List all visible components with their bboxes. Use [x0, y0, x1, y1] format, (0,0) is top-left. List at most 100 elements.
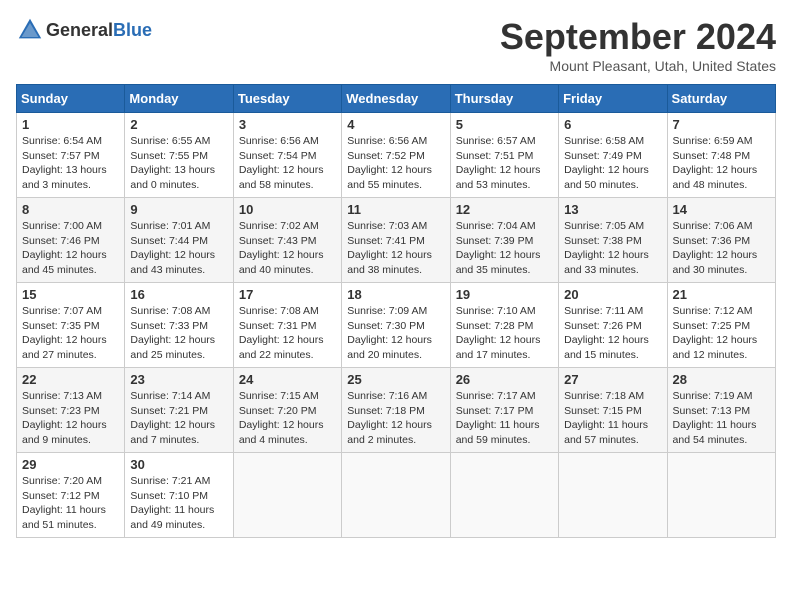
day-number: 3 — [239, 117, 336, 132]
calendar-cell — [450, 453, 558, 538]
calendar-cell — [233, 453, 341, 538]
day-detail: Sunrise: 7:12 AMSunset: 7:25 PMDaylight:… — [673, 304, 770, 363]
weekday-header: Sunday — [17, 85, 125, 113]
calendar-cell: 26 Sunrise: 7:17 AMSunset: 7:17 PMDayligh… — [450, 368, 558, 453]
weekday-header: Monday — [125, 85, 233, 113]
calendar-cell: 23 Sunrise: 7:14 AMSunset: 7:21 PMDayligh… — [125, 368, 233, 453]
day-detail: Sunrise: 7:01 AMSunset: 7:44 PMDaylight:… — [130, 219, 227, 278]
calendar-cell: 13 Sunrise: 7:05 AMSunset: 7:38 PMDayligh… — [559, 198, 667, 283]
logo-icon — [16, 16, 44, 44]
day-detail: Sunrise: 7:10 AMSunset: 7:28 PMDaylight:… — [456, 304, 553, 363]
calendar-week-row: 1 Sunrise: 6:54 AMSunset: 7:57 PMDaylight… — [17, 113, 776, 198]
day-detail: Sunrise: 7:02 AMSunset: 7:43 PMDaylight:… — [239, 219, 336, 278]
day-number: 2 — [130, 117, 227, 132]
logo-general: General — [46, 20, 113, 40]
day-number: 5 — [456, 117, 553, 132]
day-detail: Sunrise: 7:06 AMSunset: 7:36 PMDaylight:… — [673, 219, 770, 278]
day-number: 8 — [22, 202, 119, 217]
day-detail: Sunrise: 6:56 AMSunset: 7:52 PMDaylight:… — [347, 134, 444, 193]
weekday-header: Tuesday — [233, 85, 341, 113]
day-number: 13 — [564, 202, 661, 217]
day-number: 19 — [456, 287, 553, 302]
day-number: 25 — [347, 372, 444, 387]
day-number: 10 — [239, 202, 336, 217]
day-number: 12 — [456, 202, 553, 217]
calendar-cell: 14 Sunrise: 7:06 AMSunset: 7:36 PMDayligh… — [667, 198, 775, 283]
day-number: 4 — [347, 117, 444, 132]
logo-blue: Blue — [113, 20, 152, 40]
day-detail: Sunrise: 6:57 AMSunset: 7:51 PMDaylight:… — [456, 134, 553, 193]
calendar-cell: 6 Sunrise: 6:58 AMSunset: 7:49 PMDaylight… — [559, 113, 667, 198]
day-detail: Sunrise: 7:17 AMSunset: 7:17 PMDaylight:… — [456, 389, 553, 448]
calendar-cell: 7 Sunrise: 6:59 AMSunset: 7:48 PMDaylight… — [667, 113, 775, 198]
day-number: 17 — [239, 287, 336, 302]
weekday-header: Thursday — [450, 85, 558, 113]
day-detail: Sunrise: 6:59 AMSunset: 7:48 PMDaylight:… — [673, 134, 770, 193]
calendar-week-row: 29 Sunrise: 7:20 AMSunset: 7:12 PMDayligh… — [17, 453, 776, 538]
day-number: 11 — [347, 202, 444, 217]
location: Mount Pleasant, Utah, United States — [500, 58, 776, 74]
day-detail: Sunrise: 7:21 AMSunset: 7:10 PMDaylight:… — [130, 474, 227, 533]
calendar-cell: 4 Sunrise: 6:56 AMSunset: 7:52 PMDaylight… — [342, 113, 450, 198]
calendar-cell: 24Sunrise: 7:15 AMSunset: 7:20 PMDayligh… — [233, 368, 341, 453]
weekday-header: Wednesday — [342, 85, 450, 113]
day-number: 7 — [673, 117, 770, 132]
calendar-week-row: 8Sunrise: 7:00 AMSunset: 7:46 PMDaylight… — [17, 198, 776, 283]
day-number: 21 — [673, 287, 770, 302]
calendar-cell: 3 Sunrise: 6:56 AMSunset: 7:54 PMDaylight… — [233, 113, 341, 198]
day-detail: Sunrise: 7:03 AMSunset: 7:41 PMDaylight:… — [347, 219, 444, 278]
calendar-cell: 16 Sunrise: 7:08 AMSunset: 7:33 PMDayligh… — [125, 283, 233, 368]
day-number: 6 — [564, 117, 661, 132]
day-number: 22 — [22, 372, 119, 387]
calendar-cell: 8Sunrise: 7:00 AMSunset: 7:46 PMDaylight… — [17, 198, 125, 283]
day-number: 29 — [22, 457, 119, 472]
day-detail: Sunrise: 7:05 AMSunset: 7:38 PMDaylight:… — [564, 219, 661, 278]
day-number: 23 — [130, 372, 227, 387]
calendar-cell: 9 Sunrise: 7:01 AMSunset: 7:44 PMDaylight… — [125, 198, 233, 283]
day-detail: Sunrise: 7:11 AMSunset: 7:26 PMDaylight:… — [564, 304, 661, 363]
calendar-cell: 10 Sunrise: 7:02 AMSunset: 7:43 PMDayligh… — [233, 198, 341, 283]
month-title: September 2024 — [500, 16, 776, 58]
day-detail: Sunrise: 6:58 AMSunset: 7:49 PMDaylight:… — [564, 134, 661, 193]
calendar-week-row: 22 Sunrise: 7:13 AMSunset: 7:23 PMDayligh… — [17, 368, 776, 453]
page-header: GeneralBlue September 2024 Mount Pleasan… — [16, 16, 776, 74]
calendar-table: SundayMondayTuesdayWednesdayThursdayFrid… — [16, 84, 776, 538]
day-number: 9 — [130, 202, 227, 217]
day-detail: Sunrise: 7:19 AMSunset: 7:13 PMDaylight:… — [673, 389, 770, 448]
day-detail: Sunrise: 7:07 AMSunset: 7:35 PMDaylight:… — [22, 304, 119, 363]
day-detail: Sunrise: 6:55 AMSunset: 7:55 PMDaylight:… — [130, 134, 227, 193]
day-detail: Sunrise: 7:08 AMSunset: 7:33 PMDaylight:… — [130, 304, 227, 363]
day-number: 15 — [22, 287, 119, 302]
calendar-cell: 1 Sunrise: 6:54 AMSunset: 7:57 PMDaylight… — [17, 113, 125, 198]
calendar-cell: 29 Sunrise: 7:20 AMSunset: 7:12 PMDayligh… — [17, 453, 125, 538]
calendar-cell: 25Sunrise: 7:16 AMSunset: 7:18 PMDayligh… — [342, 368, 450, 453]
day-number: 30 — [130, 457, 227, 472]
calendar-cell: 22 Sunrise: 7:13 AMSunset: 7:23 PMDayligh… — [17, 368, 125, 453]
calendar-cell: 17 Sunrise: 7:08 AMSunset: 7:31 PMDayligh… — [233, 283, 341, 368]
calendar-cell: 12Sunrise: 7:04 AMSunset: 7:39 PMDayligh… — [450, 198, 558, 283]
day-detail: Sunrise: 7:14 AMSunset: 7:21 PMDaylight:… — [130, 389, 227, 448]
day-detail: Sunrise: 7:13 AMSunset: 7:23 PMDaylight:… — [22, 389, 119, 448]
day-detail: Sunrise: 6:56 AMSunset: 7:54 PMDaylight:… — [239, 134, 336, 193]
calendar-week-row: 15 Sunrise: 7:07 AMSunset: 7:35 PMDayligh… — [17, 283, 776, 368]
weekday-header: Friday — [559, 85, 667, 113]
day-detail: Sunrise: 7:20 AMSunset: 7:12 PMDaylight:… — [22, 474, 119, 533]
day-number: 14 — [673, 202, 770, 217]
day-number: 24 — [239, 372, 336, 387]
calendar-cell: 2 Sunrise: 6:55 AMSunset: 7:55 PMDaylight… — [125, 113, 233, 198]
day-detail: Sunrise: 6:54 AMSunset: 7:57 PMDaylight:… — [22, 134, 119, 193]
day-number: 1 — [22, 117, 119, 132]
calendar-cell: 18Sunrise: 7:09 AMSunset: 7:30 PMDayligh… — [342, 283, 450, 368]
day-number: 26 — [456, 372, 553, 387]
day-number: 16 — [130, 287, 227, 302]
day-detail: Sunrise: 7:08 AMSunset: 7:31 PMDaylight:… — [239, 304, 336, 363]
calendar-cell: 5 Sunrise: 6:57 AMSunset: 7:51 PMDaylight… — [450, 113, 558, 198]
calendar-cell: 11 Sunrise: 7:03 AMSunset: 7:41 PMDayligh… — [342, 198, 450, 283]
calendar-cell — [559, 453, 667, 538]
calendar-cell: 30 Sunrise: 7:21 AMSunset: 7:10 PMDayligh… — [125, 453, 233, 538]
title-block: September 2024 Mount Pleasant, Utah, Uni… — [500, 16, 776, 74]
day-detail: Sunrise: 7:18 AMSunset: 7:15 PMDaylight:… — [564, 389, 661, 448]
day-number: 20 — [564, 287, 661, 302]
calendar-cell: 27Sunrise: 7:18 AMSunset: 7:15 PMDayligh… — [559, 368, 667, 453]
calendar-cell: 21 Sunrise: 7:12 AMSunset: 7:25 PMDayligh… — [667, 283, 775, 368]
